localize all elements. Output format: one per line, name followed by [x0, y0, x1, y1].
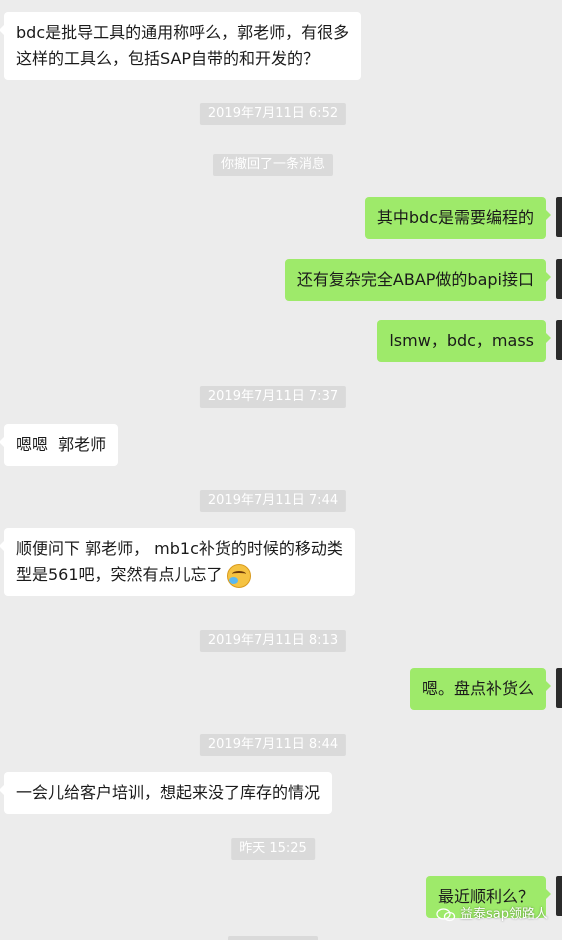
avatar[interactable]: [556, 320, 562, 360]
message-text: 一会儿给客户培训，想起来没了库存的情况: [16, 783, 321, 802]
timestamp-partial: [228, 936, 318, 940]
timestamp: 2019年7月11日 8:13: [199, 630, 347, 652]
message-text: 顺便问下 郭老师， mb1c补货的时候的移动类: [16, 539, 343, 558]
face-with-tears-emoji: [226, 563, 251, 588]
avatar[interactable]: [556, 876, 562, 916]
message-outgoing[interactable]: 嗯。盘点补货么: [409, 668, 552, 710]
timestamp: 2019年7月11日 6:52: [199, 103, 347, 125]
message-incoming[interactable]: 顺便问下 郭老师， mb1c补货的时候的移动类 型是561吧，突然有点儿忘了: [0, 528, 355, 596]
avatar[interactable]: [556, 197, 562, 237]
message-incoming[interactable]: 嗯嗯 郭老师: [0, 424, 119, 466]
recall-notice: 你撤回了一条消息: [212, 154, 334, 176]
timestamp: 2019年7月11日 8:44: [199, 734, 347, 756]
message-outgoing[interactable]: 其中bdc是需要编程的: [364, 197, 552, 239]
message-text: lsmw，bdc，mass: [389, 331, 534, 350]
message-incoming[interactable]: 一会儿给客户培训，想起来没了库存的情况: [0, 772, 333, 814]
message-text: 这样的工具么，包括SAP自带的和开发的？: [16, 49, 320, 68]
timestamp: 2019年7月11日 7:44: [199, 490, 347, 512]
wechat-icon: [436, 908, 456, 922]
message-text: bdc是批导工具的通用称呼么，郭老师，有很多: [16, 23, 350, 42]
timestamp: 2019年7月11日 7:37: [199, 386, 347, 408]
timestamp: 昨天 15:25: [231, 838, 315, 860]
watermark: 益泰sap领路人: [436, 906, 548, 924]
avatar[interactable]: [556, 259, 562, 299]
message-text: 型是561吧，突然有点儿忘了: [16, 565, 223, 584]
message-text: 嗯嗯 郭老师: [16, 435, 107, 454]
avatar[interactable]: [556, 668, 562, 708]
message-text: 最近顺利么？: [437, 887, 534, 906]
message-outgoing[interactable]: 还有复杂完全ABAP做的bapi接口: [284, 259, 552, 301]
message-text: 其中bdc是需要编程的: [376, 208, 534, 227]
message-outgoing[interactable]: lsmw，bdc，mass: [377, 320, 551, 362]
message-incoming[interactable]: bdc是批导工具的通用称呼么，郭老师，有很多 这样的工具么，包括SAP自带的和开…: [0, 12, 362, 80]
watermark-text: 益泰sap领路人: [460, 907, 548, 922]
message-text: 嗯。盘点补货么: [421, 679, 534, 698]
message-text: 还有复杂完全ABAP做的bapi接口: [296, 270, 534, 289]
